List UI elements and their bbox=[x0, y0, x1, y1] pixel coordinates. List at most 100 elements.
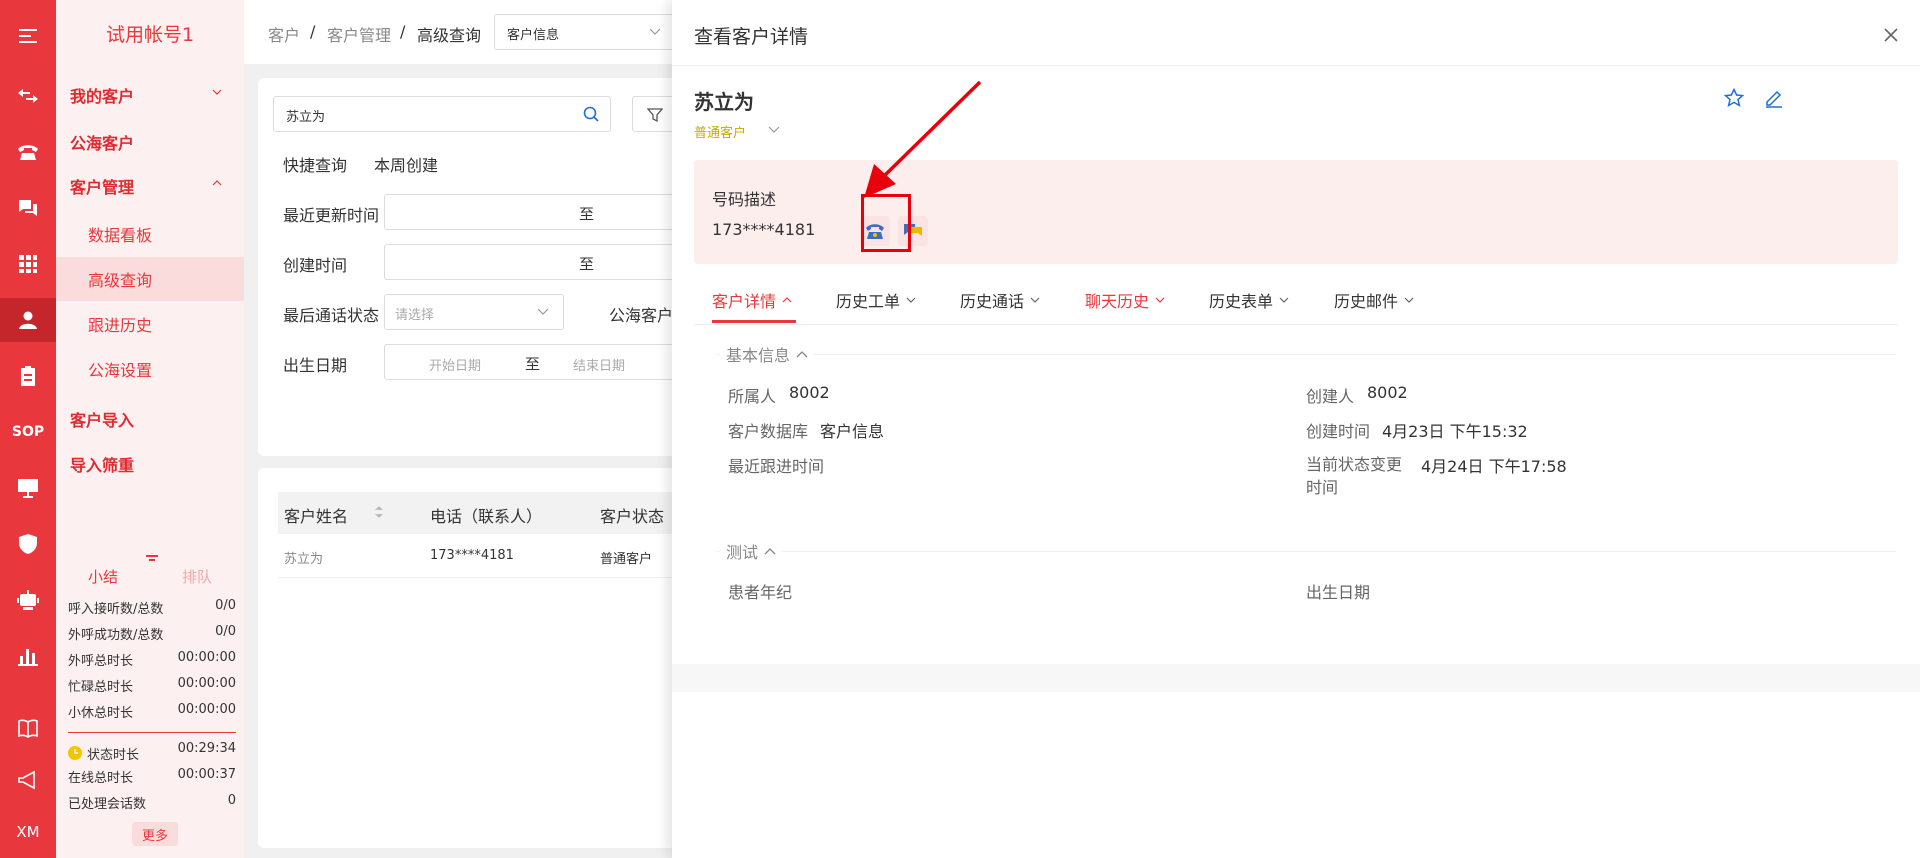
quick-query-option[interactable]: 本周创建 bbox=[374, 152, 438, 176]
monitor-icon[interactable] bbox=[0, 466, 56, 510]
chevron-up-icon bbox=[212, 180, 222, 186]
clock-icon bbox=[68, 746, 82, 760]
stat-row: 外呼成功数/总数 0/0 bbox=[68, 624, 236, 643]
updated-time-label: 最近更新时间 bbox=[283, 206, 380, 225]
phone-number: 173****4181 bbox=[712, 220, 816, 239]
table-header: 客户姓名 电话（联系人） 客户状态 bbox=[278, 492, 678, 534]
search-input[interactable]: 苏立为 bbox=[273, 96, 611, 132]
breadcrumb-sep: / bbox=[310, 22, 316, 41]
chevron-up-icon bbox=[796, 351, 808, 358]
section-footer-band bbox=[672, 664, 1920, 692]
section-test[interactable]: 测试 bbox=[720, 539, 783, 563]
sort-icon[interactable] bbox=[374, 504, 384, 520]
call-status-select[interactable]: 请选择 bbox=[384, 294, 564, 330]
menu-customer-import[interactable]: 客户导入 bbox=[56, 397, 244, 441]
column-header[interactable]: 客户姓名 bbox=[284, 503, 348, 527]
field-label: 最近跟进时间 bbox=[728, 457, 825, 476]
sub-data-dashboard[interactable]: 数据看板 bbox=[56, 212, 244, 256]
column-header: 电话（联系人） bbox=[430, 507, 543, 526]
field-label: 出生日期 bbox=[1306, 583, 1371, 602]
robot-icon[interactable] bbox=[0, 578, 56, 622]
close-icon[interactable] bbox=[1884, 28, 1898, 42]
side-menu: 试用帐号1 我的客户 公海客户 客户管理 数据看板 高级查询 跟进历史 公海设置… bbox=[56, 0, 244, 858]
sop-icon[interactable]: SOP bbox=[0, 410, 56, 454]
edit-icon[interactable] bbox=[1764, 88, 1784, 108]
birth-date-range[interactable]: 开始日期 至 结束日期 bbox=[384, 344, 680, 380]
stat-row: 忙碌总时长 00:00:00 bbox=[68, 676, 236, 695]
quick-query-label: 快捷查询 bbox=[283, 156, 348, 175]
chevron-up-icon bbox=[764, 548, 776, 555]
stat-row: 呼入接听数/总数 0/0 bbox=[68, 598, 236, 617]
tab-call-history[interactable]: 历史通话 bbox=[960, 288, 1040, 312]
tab-ticket-history[interactable]: 历史工单 bbox=[836, 288, 916, 312]
field-value: 客户信息 bbox=[820, 422, 885, 441]
customer-detail-drawer: 查看客户详情 苏立为 普通客户 号码描述 173****4181 客户详情 历史… bbox=[672, 0, 1920, 858]
chevron-up-icon bbox=[782, 297, 792, 303]
field-value: 8002 bbox=[789, 383, 830, 402]
phone-desc-label: 号码描述 bbox=[712, 190, 777, 209]
database-select[interactable]: 客户信息 bbox=[494, 14, 676, 50]
chevron-down-icon bbox=[1279, 297, 1289, 303]
sop-label: SOP bbox=[11, 424, 45, 440]
more-button[interactable]: 更多 bbox=[132, 822, 178, 846]
tab-summary[interactable]: 小结 bbox=[88, 566, 118, 587]
bar-chart-icon[interactable] bbox=[0, 634, 56, 678]
tab-customer-detail[interactable]: 客户详情 bbox=[712, 288, 792, 312]
filter-lines-icon bbox=[146, 555, 158, 561]
tab-form-history[interactable]: 历史表单 bbox=[1209, 288, 1289, 312]
grid-icon[interactable] bbox=[0, 242, 56, 286]
field-value: 4月24日 下午17:58 bbox=[1421, 457, 1567, 476]
star-icon[interactable] bbox=[1724, 88, 1744, 108]
chevron-down-icon bbox=[906, 297, 916, 303]
highlight-box bbox=[861, 194, 911, 252]
birth-date-label: 出生日期 bbox=[283, 356, 348, 375]
search-icon[interactable] bbox=[582, 105, 600, 123]
stat-row: 状态时长 00:29:34 bbox=[68, 741, 236, 765]
section-basic-info[interactable]: 基本信息 bbox=[720, 342, 815, 366]
stat-row: 小休总时长 00:00:00 bbox=[68, 702, 236, 721]
chevron-down-icon bbox=[212, 89, 222, 95]
breadcrumb-item[interactable]: 客户 bbox=[268, 22, 300, 46]
customer-type[interactable]: 普通客户 bbox=[694, 122, 746, 141]
customer-icon[interactable] bbox=[0, 298, 56, 342]
tab-mail-history[interactable]: 历史邮件 bbox=[1334, 288, 1414, 312]
menu-public-customers[interactable]: 公海客户 bbox=[56, 120, 244, 164]
breadcrumb-current: 高级查询 bbox=[417, 26, 482, 45]
icon-rail: SOP XM bbox=[0, 0, 56, 858]
tab-active-indicator bbox=[712, 320, 796, 323]
menu-toggle-icon[interactable] bbox=[0, 14, 56, 58]
field-label: 所属人 bbox=[728, 387, 777, 406]
tab-chat-history[interactable]: 聊天历史 bbox=[1085, 288, 1165, 312]
tab-queue[interactable]: 排队 bbox=[182, 566, 212, 587]
chevron-down-icon[interactable] bbox=[768, 126, 780, 134]
field-label: 创建时间 bbox=[1306, 422, 1371, 441]
table-row[interactable]: 苏立为 173****4181 普通客户 bbox=[278, 536, 678, 578]
drawer-header: 查看客户详情 bbox=[672, 0, 1920, 66]
updated-time-range[interactable]: 至 bbox=[384, 194, 680, 230]
drawer-title: 查看客户详情 bbox=[694, 26, 809, 48]
account-name: 试用帐号1 bbox=[105, 24, 195, 46]
field-value: 4月23日 下午15:32 bbox=[1382, 422, 1528, 441]
created-time-range[interactable]: 至 bbox=[384, 244, 680, 280]
chat-icon[interactable] bbox=[0, 186, 56, 230]
divider bbox=[68, 732, 236, 733]
user-initials[interactable]: XM bbox=[0, 810, 56, 854]
announcement-icon[interactable] bbox=[0, 758, 56, 802]
sub-follow-history[interactable]: 跟进历史 bbox=[56, 302, 244, 346]
transfer-icon[interactable] bbox=[0, 74, 56, 118]
book-icon[interactable] bbox=[0, 706, 56, 750]
sub-public-settings[interactable]: 公海设置 bbox=[56, 347, 244, 391]
clipboard-icon[interactable] bbox=[0, 354, 56, 398]
call-status-label: 最后通话状态 bbox=[283, 306, 380, 325]
menu-customer-management[interactable]: 客户管理 bbox=[56, 164, 244, 208]
breadcrumb-item[interactable]: 客户管理 bbox=[327, 22, 391, 46]
chevron-down-icon bbox=[1404, 297, 1414, 303]
menu-my-customers[interactable]: 我的客户 bbox=[56, 73, 244, 117]
sub-advanced-query[interactable]: 高级查询 bbox=[56, 257, 244, 301]
phone-icon[interactable] bbox=[0, 130, 56, 174]
shield-icon[interactable] bbox=[0, 522, 56, 566]
menu-import-dedupe[interactable]: 导入筛重 bbox=[56, 442, 244, 486]
annotation-arrow bbox=[864, 80, 982, 198]
created-time-label: 创建时间 bbox=[283, 256, 348, 275]
chevron-down-icon bbox=[649, 28, 661, 35]
